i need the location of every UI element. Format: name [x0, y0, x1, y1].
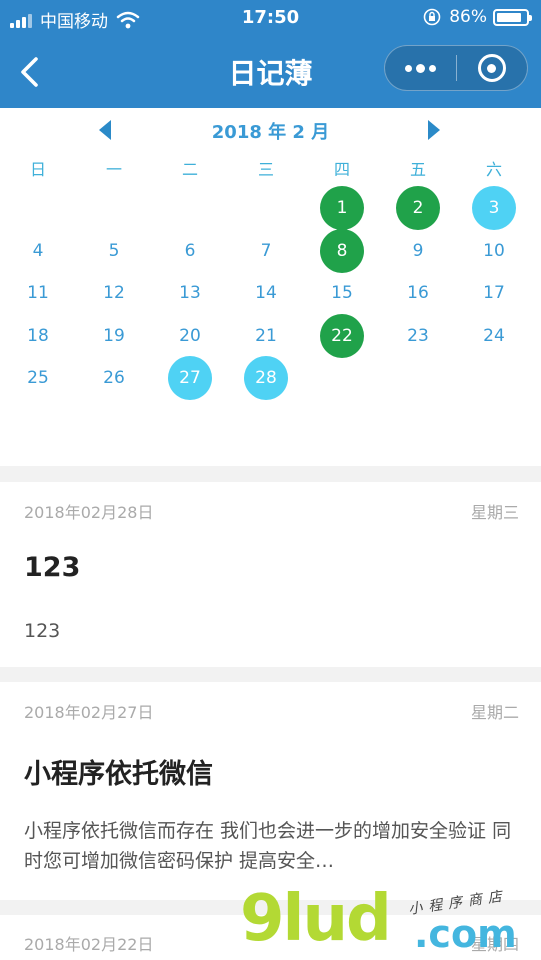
calendar-day-marked[interactable]: 3 — [472, 186, 516, 230]
calendar-day[interactable]: 20 — [168, 314, 212, 358]
diary-entry-card[interactable]: 2018年02月28日 星期三 123 123 — [0, 482, 541, 667]
calendar-day-marked[interactable]: 1 — [320, 186, 364, 230]
weekday-label: 五 — [409, 160, 426, 179]
mini-program-capsule — [384, 45, 528, 91]
calendar-header: 2018 年 2 月 — [0, 116, 541, 146]
calendar: 2018 年 2 月 日一二三四五六 1 2 3 4 5 6 7 8 9 10 11 12 13 14 15… — [0, 108, 541, 466]
weekday-label: 日 — [29, 160, 46, 179]
month-label: 2018 年 2 月 — [211, 122, 330, 143]
calendar-day[interactable]: 11 — [16, 271, 60, 315]
calendar-day[interactable]: 7 — [244, 229, 288, 273]
weekday-row: 日一二三四五六 — [0, 156, 541, 180]
calendar-day[interactable]: 4 — [16, 229, 60, 273]
orientation-lock-icon — [423, 8, 441, 26]
diary-entry-card[interactable]: 2018年02月27日 星期二 小程序依托微信 小程序依托微信而存在 我们也会进… — [0, 682, 541, 900]
battery-icon — [493, 8, 532, 26]
entry-body: 123 — [24, 620, 61, 642]
weekday-label: 一 — [105, 160, 122, 179]
weekday-label: 二 — [181, 160, 198, 179]
entry-title: 小程序依托微信 — [24, 759, 213, 790]
app-header: 中国移动 17:50 86% 日记薄 — [0, 0, 541, 108]
calendar-day-marked[interactable]: 8 — [320, 229, 364, 273]
battery-percent: 86% — [449, 7, 487, 27]
entry-body: 小程序依托微信而存在 我们也会进一步的增加安全验证 同时您可增加微信密码保护 提… — [24, 820, 512, 872]
entry-title: 123 — [24, 552, 81, 583]
calendar-day[interactable]: 15 — [320, 271, 364, 315]
calendar-day[interactable]: 21 — [244, 314, 288, 358]
calendar-day[interactable]: 25 — [16, 356, 60, 400]
calendar-day-marked[interactable]: 27 — [168, 356, 212, 400]
calendar-day-marked[interactable]: 22 — [320, 314, 364, 358]
calendar-day[interactable]: 6 — [168, 229, 212, 273]
entry-date: 2018年02月22日 — [24, 935, 154, 954]
watermark-domain: .com — [414, 912, 517, 956]
calendar-day[interactable]: 10 — [472, 229, 516, 273]
weekday-label: 三 — [257, 160, 274, 179]
weekday-label: 四 — [333, 160, 350, 179]
calendar-day[interactable]: 26 — [92, 356, 136, 400]
calendar-day[interactable]: 5 — [92, 229, 136, 273]
more-dots-icon[interactable] — [385, 45, 456, 91]
calendar-day[interactable]: 19 — [92, 314, 136, 358]
calendar-day-marked[interactable]: 2 — [396, 186, 440, 230]
calendar-day[interactable]: 17 — [472, 271, 516, 315]
next-month-icon[interactable] — [428, 120, 440, 140]
entry-weekday: 星期二 — [470, 703, 519, 722]
battery-fill — [497, 12, 521, 22]
entry-date: 2018年02月28日 — [24, 503, 154, 522]
nav-bar: 日记薄 — [0, 36, 541, 108]
calendar-day[interactable]: 13 — [168, 271, 212, 315]
status-bar: 中国移动 17:50 86% — [0, 0, 541, 36]
calendar-day-marked[interactable]: 28 — [244, 356, 288, 400]
watermark-brand: 9lud — [240, 882, 392, 956]
entry-weekday: 星期三 — [470, 503, 519, 522]
watermark: 9lud 小程序商店 .com — [240, 878, 540, 960]
calendar-day[interactable]: 23 — [396, 314, 440, 358]
calendar-day[interactable]: 9 — [396, 229, 440, 273]
close-target-icon[interactable] — [457, 45, 527, 91]
entry-date: 2018年02月27日 — [24, 703, 154, 722]
weekday-label: 六 — [485, 160, 502, 179]
status-right: 86% — [423, 7, 532, 27]
calendar-day[interactable]: 24 — [472, 314, 516, 358]
calendar-day[interactable]: 14 — [244, 271, 288, 315]
calendar-day[interactable]: 16 — [396, 271, 440, 315]
calendar-day[interactable]: 12 — [92, 271, 136, 315]
calendar-day[interactable]: 18 — [16, 314, 60, 358]
